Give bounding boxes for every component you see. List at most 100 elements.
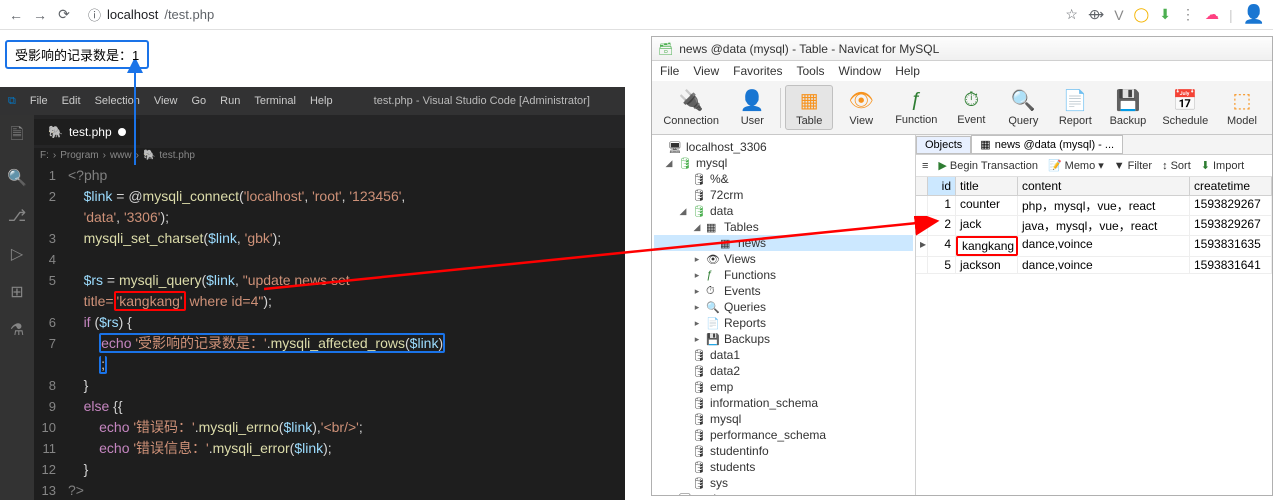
import-button[interactable]: ⬇Import: [1201, 159, 1244, 172]
table-button[interactable]: ▦Table: [785, 85, 833, 130]
tab-news[interactable]: ▦news @data (mysql) - ...: [971, 135, 1123, 154]
ext-icon[interactable]: ⋮: [1181, 6, 1195, 23]
user-icon: 👤: [740, 88, 765, 113]
schedule-icon: 📅: [1173, 88, 1198, 113]
window-title: test.php - Visual Studio Code [Administr…: [347, 95, 617, 107]
view-icon: 👁: [849, 88, 874, 113]
star-icon[interactable]: ☆: [1065, 6, 1078, 23]
browser-address-bar: ← → ⟳ ⓘ localhost/test.php ☆ ⟴ V ◯ ⬇ ⋮ ☁…: [0, 0, 1273, 30]
code-editor[interactable]: 1<?php 2 $link = @mysqli_connect('localh…: [34, 165, 625, 500]
menu-file[interactable]: File: [660, 64, 679, 78]
table-icon: ▦: [800, 88, 819, 113]
model-button[interactable]: ⬚Model: [1218, 86, 1266, 129]
menu-window[interactable]: Window: [839, 64, 882, 78]
function-icon: ƒ: [911, 89, 922, 112]
db-icon: 🛢: [692, 205, 706, 218]
report-button[interactable]: 📄Report: [1051, 86, 1099, 129]
breadcrumb[interactable]: F: › Program › www › 🐘 test.php: [0, 148, 625, 165]
extensions-icon[interactable]: ⊞: [10, 282, 23, 302]
query-icon: 🔍: [1011, 88, 1036, 113]
browser-extensions: ☆ ⟴ V ◯ ⬇ ⋮ ☁ | 👤: [1065, 4, 1265, 25]
tab-objects[interactable]: Objects: [916, 136, 971, 154]
ext-icon[interactable]: ⟴: [1088, 6, 1104, 23]
vscode-window: ⧉ File Edit Selection View Go Run Termin…: [0, 87, 625, 500]
connection-button[interactable]: 🔌Connection: [658, 86, 724, 129]
ext-icon[interactable]: V: [1114, 7, 1123, 23]
navicat-titlebar: 🗃 news @data (mysql) - Table - Navicat f…: [652, 37, 1272, 61]
menu-edit[interactable]: Edit: [62, 95, 81, 107]
col-createtime[interactable]: createtime: [1190, 177, 1272, 195]
table-icon: ▦: [980, 138, 990, 151]
info-icon: ⓘ: [88, 5, 101, 24]
query-button[interactable]: 🔍Query: [999, 86, 1047, 129]
function-button[interactable]: ƒFunction: [889, 87, 943, 128]
test-icon[interactable]: ⚗: [10, 320, 24, 340]
col-id[interactable]: id: [928, 177, 956, 195]
editor-tabs: 🐘 test.php: [0, 115, 625, 148]
ext-icon[interactable]: ⬇: [1159, 6, 1171, 23]
dirty-indicator-icon: [118, 128, 126, 136]
menu-file[interactable]: File: [30, 95, 48, 107]
tab-label: test.php: [69, 125, 112, 139]
data-grid[interactable]: id title content createtime 1counterphp，…: [916, 177, 1272, 495]
table-row: 1counterphp，mysql，vue，react1593829267: [916, 196, 1272, 216]
filter-button[interactable]: ▼Filter: [1114, 160, 1152, 172]
reload-icon[interactable]: ⟳: [56, 7, 72, 23]
divider: |: [1229, 7, 1233, 23]
navicat-menubar: File View Favorites Tools Window Help: [652, 61, 1272, 81]
table-header: id title content createtime: [916, 177, 1272, 196]
menu-tools[interactable]: Tools: [797, 64, 825, 78]
navicat-window: 🗃 news @data (mysql) - Table - Navicat f…: [651, 36, 1273, 496]
table-row: 2jackjava，mysql，vue，react1593829267: [916, 216, 1272, 236]
event-icon: ⏱: [964, 89, 980, 112]
cell-kangkang: kangkang: [956, 236, 1018, 256]
begin-transaction-button[interactable]: ▶Begin Transaction: [938, 159, 1038, 172]
menu-favorites[interactable]: Favorites: [733, 64, 782, 78]
report-icon: 📄: [1063, 88, 1088, 113]
connection-tree[interactable]: 🖥localhost_3306 ◢🛢mysql 🛢%& 🛢72crm ◢🛢dat…: [652, 135, 916, 495]
menu-view[interactable]: View: [154, 95, 178, 107]
table-row: 5jacksondance,voince1593831641: [916, 257, 1272, 274]
menu-terminal[interactable]: Terminal: [254, 95, 296, 107]
tab-testphp[interactable]: 🐘 test.php: [34, 119, 140, 145]
scm-icon[interactable]: ⎇: [8, 206, 26, 226]
back-icon[interactable]: ←: [8, 7, 24, 23]
url-field[interactable]: ⓘ localhost/test.php: [88, 5, 214, 24]
backup-button[interactable]: 💾Backup: [1103, 86, 1152, 129]
profile-icon[interactable]: 👤: [1243, 4, 1265, 25]
navicat-data-panel: Objects ▦news @data (mysql) - ... ≡ ▶Beg…: [916, 135, 1272, 495]
menu-help[interactable]: Help: [310, 95, 333, 107]
navicat-toolbar: 🔌Connection 👤User ▦Table 👁View ƒFunction…: [652, 81, 1272, 135]
menu-run[interactable]: Run: [220, 95, 240, 107]
folder-icon: ▦: [706, 221, 720, 234]
memo-button[interactable]: 📝Memo ▾: [1048, 159, 1104, 172]
vscode-logo-icon: ⧉: [8, 95, 16, 108]
sort-button[interactable]: ↕Sort: [1162, 160, 1191, 172]
ext-icon[interactable]: ◯: [1134, 6, 1150, 23]
php-file-icon: 🐘: [48, 125, 63, 139]
menu-selection[interactable]: Selection: [95, 95, 140, 107]
page-output: 受影响的记录数是：1: [5, 40, 149, 69]
event-button[interactable]: ⏱Event: [947, 87, 995, 128]
backup-icon: 💾: [1115, 88, 1140, 113]
table-row: ▸4kangkangdance,voince1593831635: [916, 236, 1272, 257]
table-icon: ▦: [720, 237, 734, 250]
view-button[interactable]: 👁View: [837, 86, 885, 129]
menu-icon[interactable]: ≡: [922, 160, 928, 172]
server-icon: 🖥: [668, 141, 682, 154]
search-icon[interactable]: 🔍: [7, 168, 27, 188]
activity-bar: 🗎 🔍 ⎇ ▷ ⊞ ⚗: [0, 115, 34, 500]
url-path: /test.php: [164, 7, 214, 22]
explorer-icon[interactable]: 🗎: [11, 123, 24, 150]
menu-view[interactable]: View: [693, 64, 719, 78]
schedule-button[interactable]: 📅Schedule: [1157, 86, 1214, 129]
col-content[interactable]: content: [1018, 177, 1190, 195]
menu-help[interactable]: Help: [895, 64, 920, 78]
forward-icon[interactable]: →: [32, 7, 48, 23]
db-icon: 🛢: [692, 173, 706, 186]
ext-icon[interactable]: ☁: [1205, 6, 1219, 23]
col-title[interactable]: title: [956, 177, 1018, 195]
user-button[interactable]: 👤User: [728, 86, 776, 129]
debug-icon[interactable]: ▷: [11, 244, 23, 264]
menu-go[interactable]: Go: [191, 95, 206, 107]
